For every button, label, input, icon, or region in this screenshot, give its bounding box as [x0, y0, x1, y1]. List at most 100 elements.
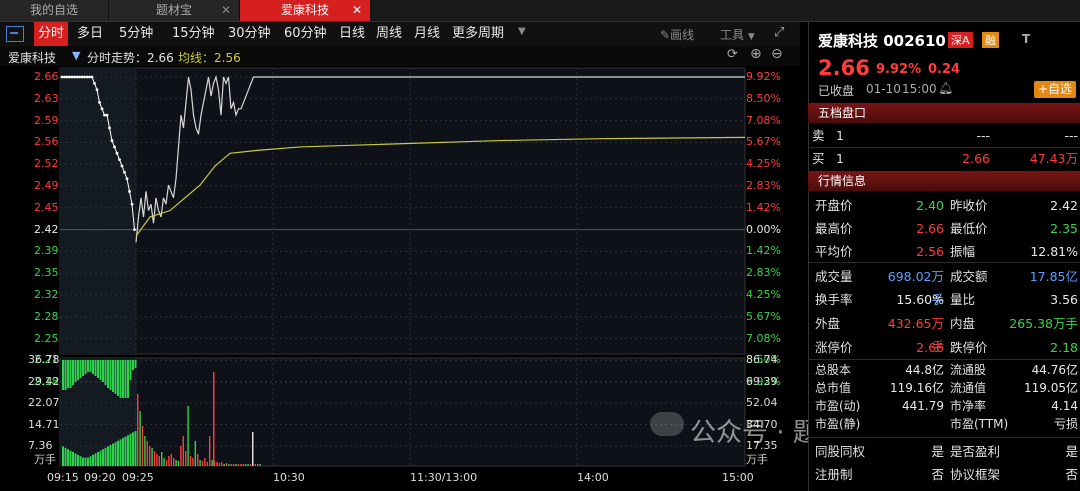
auction-volume-bar — [72, 360, 74, 385]
info-row: 总股本 44.8亿 流通股 44.76亿 — [808, 361, 1080, 379]
volume-bar — [146, 441, 148, 466]
info-label: 量比 — [950, 292, 976, 307]
volume-bar — [173, 458, 175, 466]
close-icon[interactable]: ✕ — [352, 0, 362, 21]
bell-icon[interactable]: 🔔︎ — [938, 81, 953, 95]
tab-theme[interactable]: 题材宝 ✕ — [109, 0, 240, 21]
info-row: 市盈(动) 441.79 市净率 4.14 — [808, 397, 1080, 415]
chevron-down-icon[interactable]: ▼ — [72, 49, 80, 62]
info-value: 是 — [1065, 444, 1078, 459]
auction-volume-bar — [107, 446, 109, 466]
info-label: 市盈(TTM) — [950, 417, 1009, 431]
vol-unit-left: 万手 — [34, 453, 56, 466]
time-tick: 09:20 — [84, 471, 116, 484]
pct-tick: 1.42% — [746, 244, 781, 258]
volume-bar — [245, 464, 247, 466]
tab-watchlist[interactable]: 我的自选 — [0, 0, 109, 21]
sell-label: 卖 — [812, 128, 825, 143]
pct-tick: 5.67% — [746, 309, 781, 323]
current-price: 2.66 — [818, 56, 870, 80]
draw-line-button[interactable]: ✎画线 — [660, 26, 694, 43]
volume-bar — [213, 372, 215, 466]
volume-bar — [199, 460, 201, 466]
volume-bar — [218, 463, 220, 466]
tab-stock[interactable]: 爱康科技 ✕ — [240, 0, 371, 21]
pct-tick: 2.83% — [746, 266, 781, 280]
period-day[interactable]: 日线 — [339, 22, 365, 46]
info-label: 换手率 — [815, 292, 853, 307]
volume-bar — [185, 451, 187, 466]
auction-volume-bar — [79, 360, 82, 378]
auction-volume-bar — [122, 438, 124, 466]
info-label: 振幅 — [950, 244, 976, 259]
layout-icon[interactable] — [6, 26, 24, 42]
period-30min[interactable]: 30分钟 — [228, 22, 271, 46]
vol-unit-right: 万手 — [746, 453, 768, 466]
info-value: 44.8亿 — [905, 363, 944, 377]
volume-bar — [206, 462, 208, 466]
volume-bar — [254, 464, 256, 466]
volume-bar — [189, 456, 192, 466]
price-tick: 2.32 — [34, 288, 59, 301]
info-value: 2.42 — [1050, 198, 1078, 213]
volume-bar — [225, 463, 228, 466]
volume-bar — [170, 454, 172, 466]
auction-volume-bar — [62, 360, 64, 390]
info-value: 2.66 — [916, 340, 944, 355]
buy-level: 1 — [836, 151, 844, 166]
volume-bar — [194, 441, 196, 466]
volume-bar — [201, 461, 204, 466]
info-label: 最低价 — [950, 221, 988, 236]
period-month[interactable]: 月线 — [414, 22, 440, 46]
period-minute[interactable]: 分时 — [34, 22, 69, 46]
auction-volume-bar — [89, 360, 92, 372]
tab-label: 题材宝 — [155, 3, 192, 17]
volume-bar — [151, 448, 153, 466]
info-value: 15.60% — [896, 292, 944, 307]
volume-bar — [158, 456, 160, 466]
price-tick: 2.25 — [34, 331, 59, 345]
info-row: 同股同权是是否盈利是 — [808, 440, 1080, 463]
info-label: 同股同权 — [815, 444, 866, 459]
auction-volume-bar — [84, 457, 87, 466]
period-week[interactable]: 周线 — [376, 22, 402, 46]
info-header: 行情信息 — [808, 171, 1080, 191]
info-value: 3.56 — [1050, 292, 1078, 307]
chevron-down-icon[interactable]: ▼ — [518, 26, 526, 37]
period-60min[interactable]: 60分钟 — [284, 22, 327, 46]
avg-label: 均线：2.56 — [178, 51, 241, 65]
auction-volume-bar — [127, 360, 129, 398]
auction-volume-bar — [132, 360, 134, 370]
volume-bar — [149, 446, 151, 466]
zoom-in-icon[interactable]: ⊕ — [750, 46, 762, 62]
auction-volume-bar — [117, 360, 119, 396]
time-tick: 09:15 — [47, 471, 79, 484]
refresh-icon[interactable]: ⟳ — [727, 47, 738, 62]
vol-tick-left: 14.71 — [28, 417, 60, 431]
volume-bar — [180, 446, 182, 466]
info-label: 市盈(动) — [815, 399, 861, 413]
volume-bar — [221, 462, 223, 466]
volume-bar — [141, 426, 144, 466]
zoom-out-icon[interactable]: ⊖ — [771, 46, 783, 62]
volume-bar — [237, 464, 240, 466]
period-5min[interactable]: 5分钟 — [119, 22, 153, 46]
time-tick: 14:00 — [577, 471, 609, 484]
tools-button[interactable]: 工具 ▼ — [720, 26, 755, 43]
period-15min[interactable]: 15分钟 — [172, 22, 215, 46]
pct-tick: 1.42% — [746, 200, 781, 214]
pct-tick: 9.92% — [746, 70, 781, 83]
info-value: 2.40 — [916, 198, 944, 213]
volume-bar — [233, 464, 235, 466]
fullscreen-icon[interactable]: ⤢ — [774, 25, 784, 40]
add-watchlist-button[interactable]: +自选 — [1034, 81, 1076, 98]
vol-tick-right: 69.39 — [746, 374, 778, 388]
price-tick: 2.66 — [34, 70, 59, 83]
tools-label: 工具 — [720, 28, 745, 42]
period-more[interactable]: 更多周期 — [452, 22, 504, 46]
volume-bar — [156, 454, 158, 466]
close-icon[interactable]: ✕ — [221, 0, 231, 21]
period-multiday[interactable]: 多日 — [77, 22, 103, 46]
market-status: 已收盘 — [818, 84, 855, 98]
info-row: 开盘价 2.40 昨收价 2.42 — [808, 194, 1080, 217]
